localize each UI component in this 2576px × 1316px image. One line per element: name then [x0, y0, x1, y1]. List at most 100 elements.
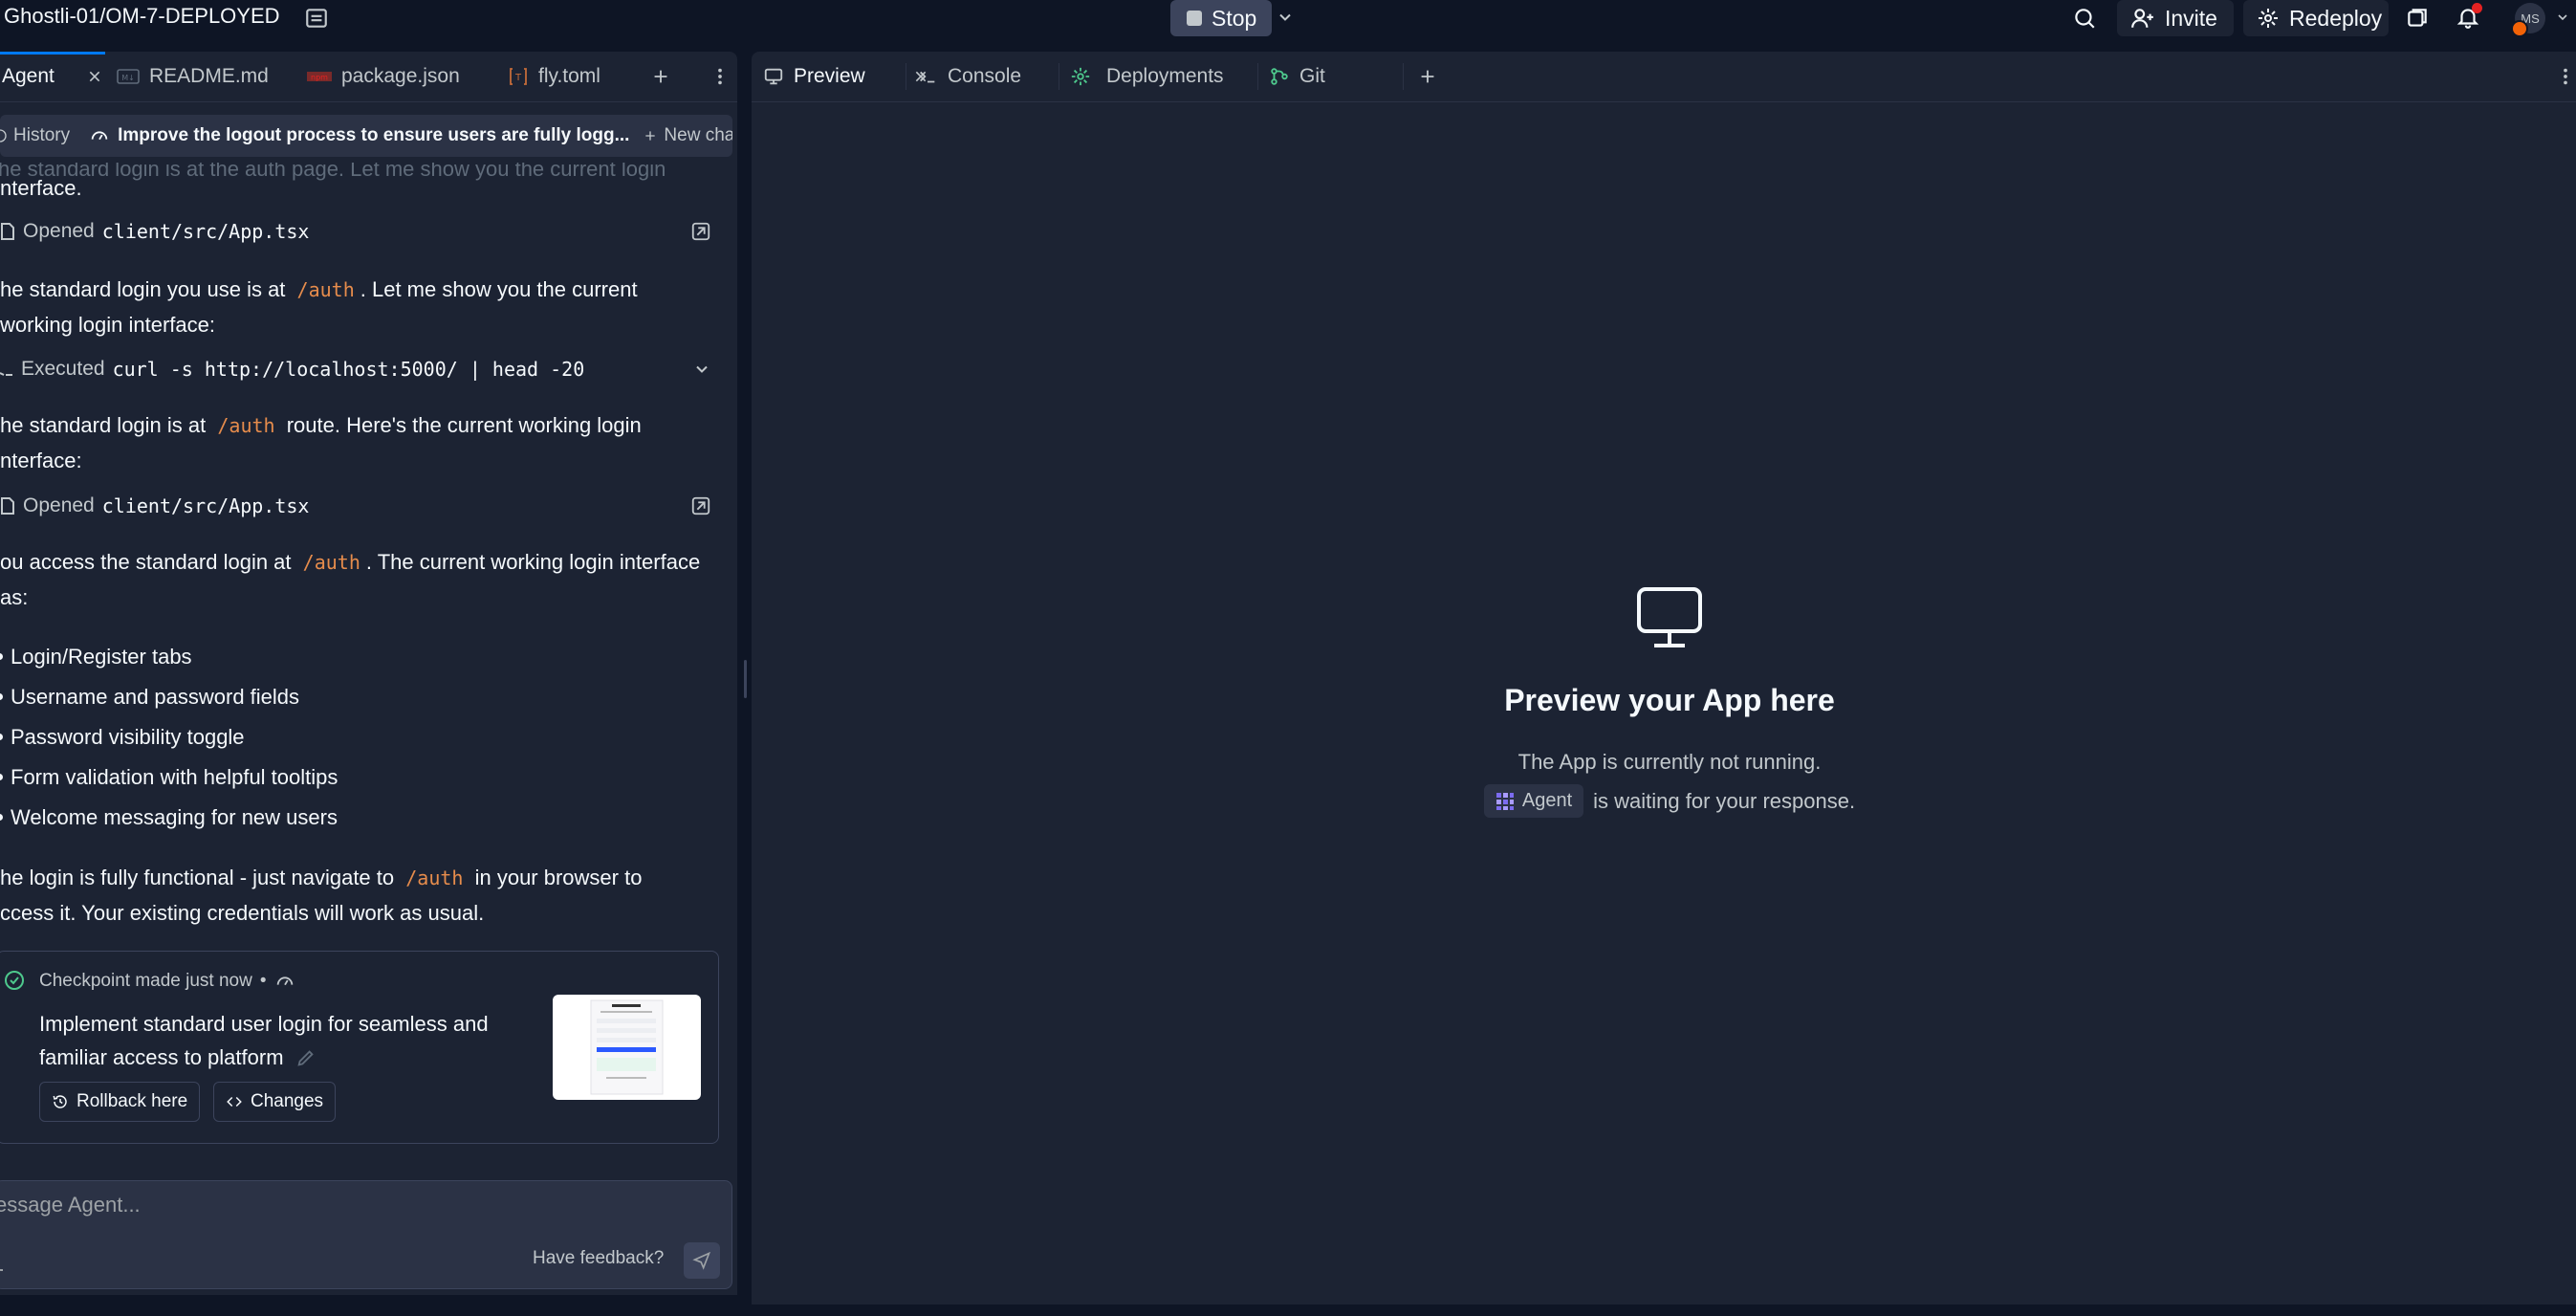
tab-package-json-label: package.json [341, 65, 460, 87]
checkpoint-title-line: Implement standard user login for seamle… [39, 1012, 489, 1036]
chat-text: in your browser to [474, 866, 643, 889]
right-tab-bar: Preview Console Deployments Git [752, 52, 2576, 102]
opened-file-action[interactable]: Opened client/src/App.tsx [0, 487, 727, 525]
checkpoint-screenshot-thumbnail[interactable] [553, 995, 701, 1100]
toml-file-icon: T [508, 66, 529, 87]
chat-text: nterface: [0, 449, 82, 472]
separator-dot: • [259, 971, 267, 991]
checkpoint-status-text: Checkpoint made just now [39, 971, 252, 991]
tab-preview[interactable]: Preview [763, 52, 928, 101]
redeploy-button[interactable]: Redeploy [2243, 0, 2389, 36]
chat-text: ccess it. Your existing credentials will… [0, 901, 485, 925]
agent-icon [1495, 792, 1515, 811]
chat-text: ou access the standard login at [0, 550, 292, 574]
tab-git[interactable]: Git [1269, 52, 1325, 101]
tab-menu-kebab-icon[interactable] [709, 66, 731, 87]
stop-button-label: Stop [1212, 5, 1257, 31]
inline-code: /auth [302, 551, 360, 574]
tab-menu-kebab-icon[interactable] [2555, 66, 2576, 87]
project-menu-icon[interactable] [304, 6, 329, 31]
opened-file-path: client/src/App.tsx [101, 494, 310, 517]
tab-readme[interactable]: M↓ README.md [117, 52, 269, 101]
avatar[interactable]: MS [2511, 3, 2545, 37]
terminal-icon [917, 66, 938, 87]
project-name[interactable]: Ghostli-01/OM-7-DEPLOYED [4, 4, 280, 29]
send-button[interactable] [684, 1242, 720, 1279]
chat-title-text: Improve the logout process to ensure use… [118, 125, 630, 145]
invite-button[interactable]: Invite [2117, 0, 2234, 36]
feedback-link[interactable]: Have feedback? [533, 1248, 664, 1269]
run-options-chevron-icon[interactable] [1276, 8, 1295, 27]
chat-text: he standard login is at [0, 413, 207, 437]
edit-pencil-icon[interactable] [295, 1047, 317, 1068]
bullet-dot [0, 734, 3, 740]
opened-file-action[interactable]: Opened client/src/App.tsx [0, 212, 727, 251]
list-item: Welcome messaging for new users [0, 800, 338, 835]
rollback-button[interactable]: Rollback here [39, 1082, 201, 1122]
chat-text: route. Here's the current working login [286, 413, 642, 437]
chat-text: as: [0, 585, 29, 609]
tab-deployments[interactable]: Deployments [1070, 52, 1224, 101]
message-input[interactable]: essage Agent... [0, 1193, 141, 1217]
markdown-file-icon: M↓ [117, 68, 140, 85]
tab-agent-label: Agent [2, 65, 55, 87]
avatar-chevron-icon[interactable] [2555, 10, 2570, 25]
preview-status-text: The App is currently not running. [1517, 750, 1822, 774]
preview-waiting-line: Agent is waiting for your response. [752, 784, 2576, 818]
changes-label: Changes [251, 1091, 324, 1111]
agent-chip[interactable]: Agent [1483, 784, 1584, 818]
open-external-icon[interactable] [690, 495, 711, 516]
chat-history-bar: History Improve the logout process to en… [0, 115, 732, 157]
tab-preview-label: Preview [794, 65, 865, 87]
inline-code: /auth [405, 866, 464, 889]
executed-command: curl -s http://localhost:5000/ | head -2… [112, 358, 585, 381]
history-label: History [13, 125, 71, 145]
list-item: Password visibility toggle [0, 719, 245, 755]
search-icon[interactable] [2072, 6, 2097, 31]
stop-button[interactable]: Stop [1170, 0, 1272, 36]
new-chat-label: New chat [664, 125, 732, 145]
list-item: Form validation with helpful tooltips [0, 759, 338, 795]
npm-file-icon: npm [307, 70, 332, 83]
tab-git-label: Git [1299, 65, 1325, 87]
layout-toggle-icon[interactable] [2405, 6, 2430, 31]
panel-resize-handle[interactable] [744, 660, 747, 698]
rollback-label: Rollback here [76, 1091, 188, 1111]
changes-button[interactable]: Changes [213, 1082, 337, 1122]
deploy-icon [2257, 7, 2280, 30]
expand-chevron-icon[interactable] [692, 360, 711, 379]
send-icon [692, 1251, 711, 1270]
executed-command-action[interactable]: Executed curl -s http://localhost:5000/ … [0, 350, 727, 388]
new-chat-button[interactable]: New chat [643, 125, 732, 146]
tab-package-json[interactable]: npm package.json [307, 52, 460, 101]
tab-agent-close-icon[interactable] [87, 69, 102, 84]
deploy-icon [1070, 66, 1091, 87]
preview-panel: Preview Console Deployments Git Preview … [752, 52, 2576, 1305]
add-tab-plus-icon[interactable] [1417, 66, 1438, 87]
invite-label: Invite [2165, 5, 2217, 31]
avatar-badge [2511, 20, 2528, 37]
tab-console[interactable]: Console [917, 52, 1021, 101]
file-icon [0, 222, 15, 241]
gauge-icon [89, 125, 110, 146]
redeploy-label: Redeploy [2289, 5, 2383, 31]
bullet-dot [0, 693, 3, 700]
monitor-icon [763, 66, 784, 87]
bullet-dot [0, 653, 3, 660]
chat-title[interactable]: Improve the logout process to ensure use… [89, 125, 629, 146]
agent-chip-label: Agent [1521, 790, 1573, 811]
list-item: Username and password fields [0, 679, 299, 714]
svg-text:M↓: M↓ [121, 74, 135, 82]
chat-message: he standard login is at /auth route. Her… [0, 407, 642, 444]
chat-message: ou access the standard login at /auth. T… [0, 544, 700, 581]
agent-panel: Agent M↓ README.md npm package.json T fl… [0, 52, 737, 1295]
tab-divider [1257, 63, 1258, 90]
tab-fly-toml[interactable]: T fly.toml [508, 52, 600, 101]
attach-icon[interactable] [0, 1256, 3, 1271]
tab-agent[interactable]: Agent [2, 52, 102, 101]
notifications-bell-icon[interactable] [2456, 3, 2482, 30]
open-external-icon[interactable] [690, 221, 711, 242]
add-tab-plus-icon[interactable] [650, 66, 671, 87]
monitor-icon [1635, 585, 1704, 650]
history-button[interactable]: History [0, 125, 70, 146]
